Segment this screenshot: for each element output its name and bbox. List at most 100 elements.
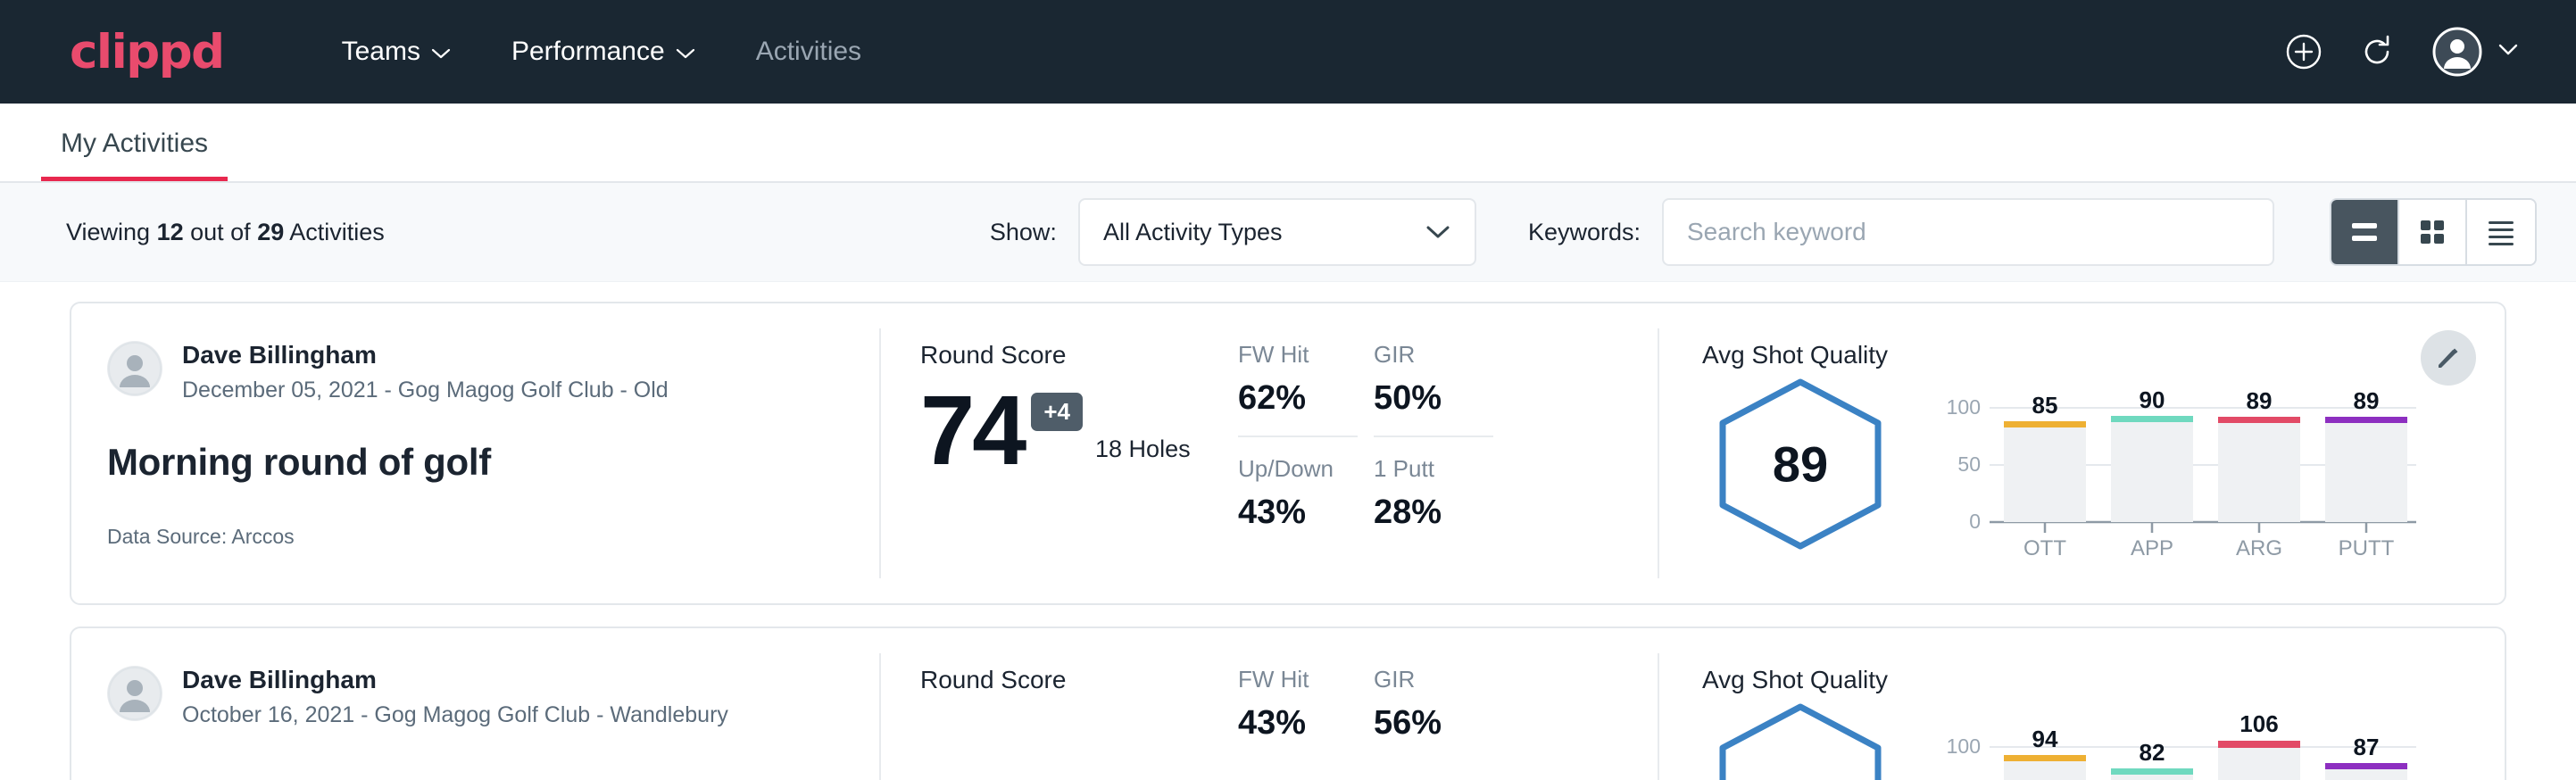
stat-label-gir: GIR <box>1374 666 1509 693</box>
player-name: Dave Billingham <box>182 341 669 369</box>
chevron-down-icon <box>431 37 451 67</box>
activity-summary: Dave Billingham October 16, 2021 - Gog M… <box>71 628 879 780</box>
holes-count: 18 Holes <box>1095 436 1191 476</box>
avatar <box>107 341 162 396</box>
stat-value-gir: 50% <box>1374 379 1509 418</box>
edit-activity-button[interactable] <box>2421 330 2476 386</box>
stat-label-1-putt: 1 Putt <box>1374 455 1509 483</box>
stat-value-gir: 56% <box>1374 704 1509 743</box>
round-score-row: 74 +4 18 Holes <box>920 386 1238 476</box>
keywords-label: Keywords: <box>1528 219 1641 246</box>
stat-label-fw-hit: FW Hit <box>1238 666 1374 693</box>
activity-meta: December 05, 2021 - Gog Magog Golf Club … <box>182 378 669 403</box>
chevron-down-icon <box>2497 43 2519 61</box>
activity-card[interactable]: Dave Billingham October 16, 2021 - Gog M… <box>70 626 2506 780</box>
x-tick-ott: OTT <box>2023 536 2066 560</box>
shot-quality-chart: 100 94 82 106 87 <box>1899 700 2505 780</box>
bar-label-arg: 106 <box>2239 710 2278 737</box>
avg-shot-quality-block: Avg Shot Quality 100 94 <box>1659 628 2505 780</box>
quality-hexagon <box>1702 700 1899 780</box>
bar-label-ott: 94 <box>2032 726 2058 752</box>
stat-divider <box>1374 436 1493 437</box>
nav-actions <box>2285 26 2537 78</box>
stats-grid: FW Hit 62% Up/Down 43% GIR 50% 1 Putt 28… <box>1238 303 1658 603</box>
viewing-suffix: Activities <box>284 219 385 245</box>
bar-label-ott: 85 <box>2032 392 2058 419</box>
shot-quality-chart: 100 50 0 85 90 <box>1899 375 2505 565</box>
show-label: Show: <box>990 219 1057 246</box>
viewing-prefix: Viewing <box>66 219 157 245</box>
player-name: Dave Billingham <box>182 666 728 694</box>
player-header: Dave Billingham October 16, 2021 - Gog M… <box>107 666 879 728</box>
brand-logo[interactable]: clippd <box>70 29 224 76</box>
stat-cell-fw-gir: FW Hit 43% <box>1238 666 1374 780</box>
nav-item-activities-label: Activities <box>756 37 861 67</box>
nav-item-performance-label: Performance <box>511 37 665 67</box>
score-diff-badge: +4 <box>1031 393 1083 431</box>
filter-controls: Show: All Activity Types Keywords: Searc… <box>990 198 2537 266</box>
bar-label-arg: 89 <box>2247 387 2273 414</box>
avg-shot-quality-label: Avg Shot Quality <box>1702 666 2505 694</box>
viewing-middle: out of <box>184 219 258 245</box>
activity-card-list: Dave Billingham December 05, 2021 - Gog … <box>0 282 2576 780</box>
round-score-block: Round Score <box>881 628 1238 780</box>
list-view-toggle[interactable] <box>2331 200 2399 264</box>
y-tick-50: 50 <box>1957 452 1981 476</box>
round-score-label: Round Score <box>920 666 1238 694</box>
grid-view-toggle[interactable] <box>2399 200 2467 264</box>
bar-chart-svg: 100 94 82 106 87 <box>1934 707 2434 780</box>
viewing-count-text: Viewing 12 out of 29 Activities <box>66 219 385 246</box>
round-score-label: Round Score <box>920 341 1238 369</box>
user-avatar-icon <box>2431 26 2483 78</box>
bar-label-app: 90 <box>2140 386 2165 413</box>
stat-value-up-down: 43% <box>1238 494 1374 532</box>
tab-my-activities[interactable]: My Activities <box>41 130 228 181</box>
refresh-icon[interactable] <box>2358 33 2396 71</box>
nav-item-performance[interactable]: Performance <box>481 37 726 67</box>
search-placeholder: Search keyword <box>1687 218 1866 246</box>
compact-view-toggle[interactable] <box>2467 200 2535 264</box>
y-tick-100: 100 <box>1947 395 1981 419</box>
filter-toolbar: Viewing 12 out of 29 Activities Show: Al… <box>0 183 2576 282</box>
activity-meta: October 16, 2021 - Gog Magog Golf Club -… <box>182 702 728 728</box>
bar-chart-svg: 100 50 0 85 90 <box>1934 382 2434 560</box>
stat-label-fw-hit: FW Hit <box>1238 341 1374 369</box>
activity-type-select[interactable]: All Activity Types <box>1078 198 1476 266</box>
quality-row: 89 100 50 0 85 <box>1702 375 2505 565</box>
chevron-down-icon <box>676 37 695 67</box>
nav-item-teams-label: Teams <box>342 37 420 67</box>
stat-value-fw-hit: 43% <box>1238 704 1374 743</box>
stat-label-gir: GIR <box>1374 341 1509 369</box>
top-navigation-bar: clippd Teams Performance Activities <box>0 0 2576 104</box>
stat-value-fw-hit: 62% <box>1238 379 1374 418</box>
view-mode-toggle-group <box>2330 198 2537 266</box>
activity-summary: Dave Billingham December 05, 2021 - Gog … <box>71 303 879 603</box>
add-circle-icon[interactable] <box>2285 33 2323 71</box>
x-tick-putt: PUTT <box>2339 536 2395 560</box>
viewing-total: 29 <box>257 219 284 245</box>
stat-label-up-down: Up/Down <box>1238 455 1374 483</box>
activity-data-source: Data Source: Arccos <box>107 525 879 549</box>
quality-score-value: 89 <box>1702 436 1899 494</box>
y-tick-100: 100 <box>1947 734 1981 758</box>
search-input[interactable]: Search keyword <box>1662 198 2274 266</box>
quality-hexagon: 89 <box>1702 375 1899 553</box>
bar-label-putt: 87 <box>2354 734 2380 760</box>
stats-grid: FW Hit 43% GIR 56% <box>1238 628 1658 780</box>
player-header: Dave Billingham December 05, 2021 - Gog … <box>107 341 879 403</box>
bar-label-putt: 89 <box>2354 387 2380 414</box>
pencil-icon <box>2434 344 2463 372</box>
round-score-value: 74 <box>920 386 1024 476</box>
activity-card[interactable]: Dave Billingham December 05, 2021 - Gog … <box>70 302 2506 605</box>
chevron-down-icon <box>1425 219 1451 246</box>
viewing-count: 12 <box>157 219 184 245</box>
avg-shot-quality-block: Avg Shot Quality 89 100 50 0 <box>1659 303 2505 603</box>
nav-item-teams[interactable]: Teams <box>312 37 481 67</box>
account-avatar[interactable] <box>2431 26 2519 78</box>
stat-divider <box>1238 436 1358 437</box>
nav-item-activities[interactable]: Activities <box>726 37 892 67</box>
activity-title: Morning round of golf <box>107 441 879 484</box>
tab-bar: My Activities <box>0 104 2576 183</box>
avatar <box>107 666 162 721</box>
x-tick-arg: ARG <box>2236 536 2282 560</box>
